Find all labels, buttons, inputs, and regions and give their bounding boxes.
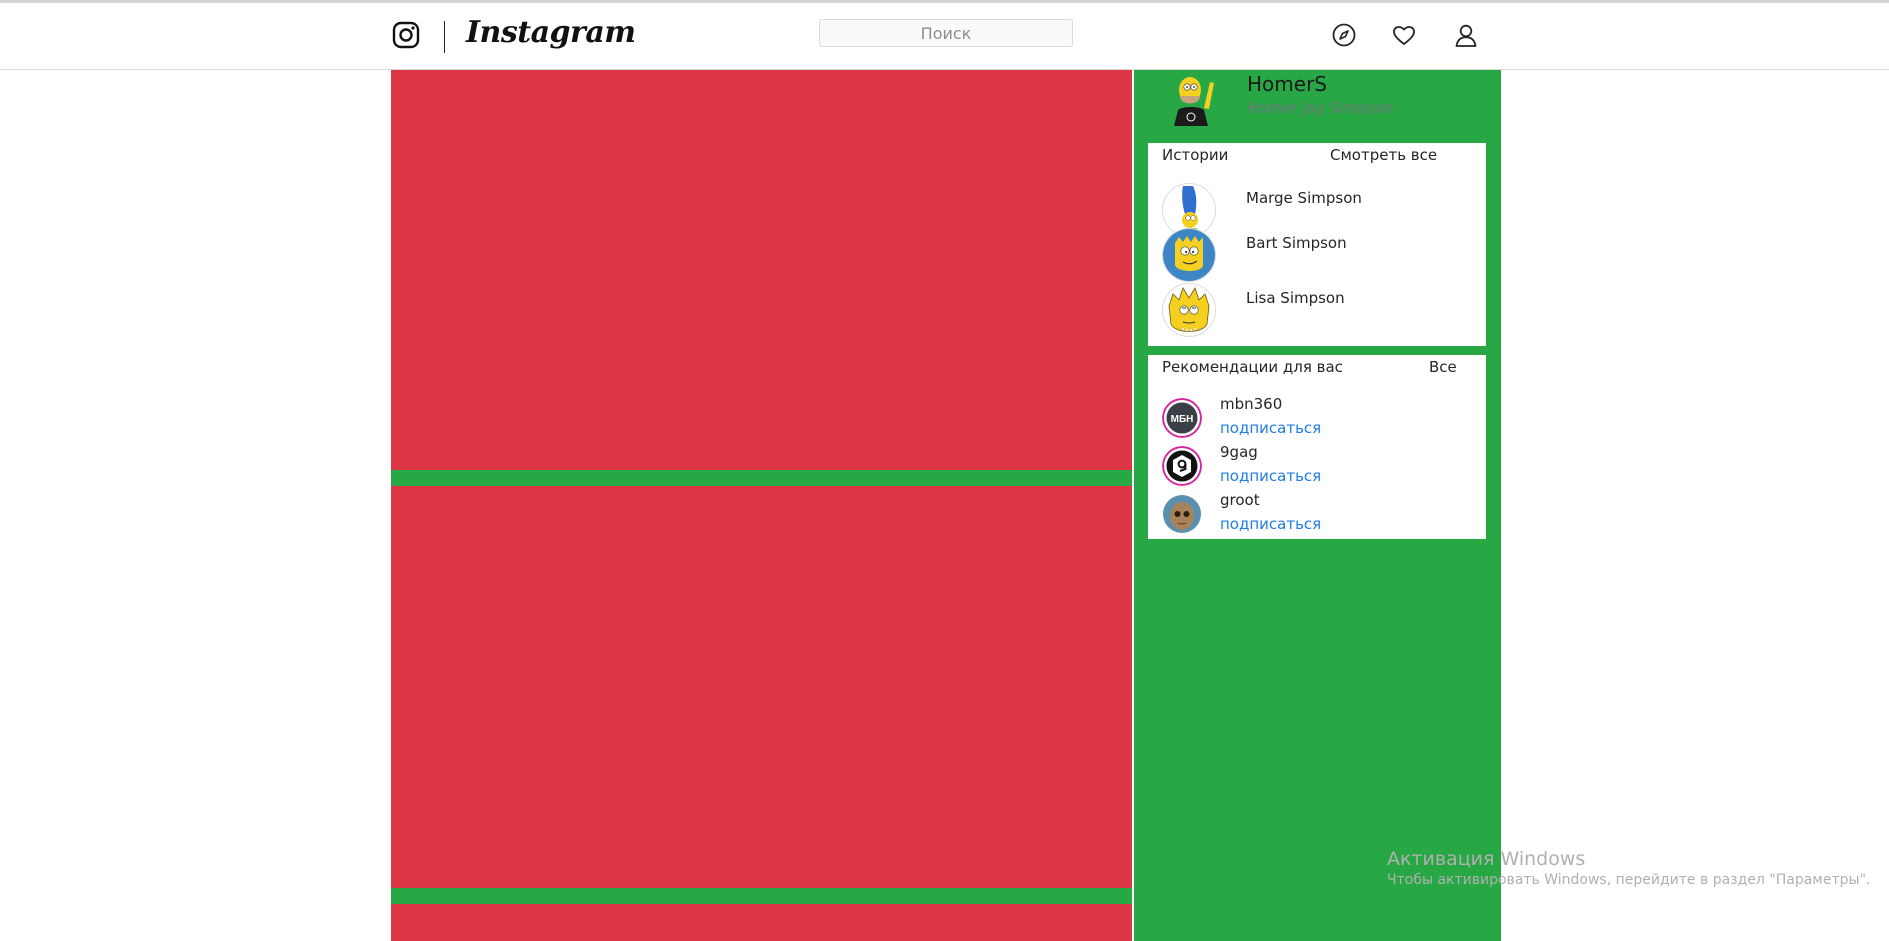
story-item[interactable]: Bart Simpson: [1148, 228, 1486, 282]
story-item[interactable]: Lisa Simpson: [1148, 283, 1486, 337]
instagram-logo-icon[interactable]: [392, 21, 420, 49]
story-avatar-lisa: [1162, 283, 1216, 337]
rec-avatar-text: МБН: [1171, 414, 1194, 425]
rec-avatar-groot[interactable]: [1162, 494, 1202, 534]
profile-fullname: Homer Jay Simpson: [1247, 99, 1394, 117]
profile-username[interactable]: HomerS: [1247, 72, 1327, 96]
heart-icon[interactable]: [1391, 22, 1417, 48]
windows-activation-subtitle: Чтобы активировать Windows, перейдите в …: [1387, 872, 1871, 888]
rec-username[interactable]: groot: [1220, 491, 1260, 509]
search-input[interactable]: [819, 19, 1073, 47]
rec-username[interactable]: 9gag: [1220, 443, 1258, 461]
user-icon[interactable]: [1453, 22, 1479, 48]
follow-button[interactable]: подписаться: [1220, 467, 1321, 485]
recommendations-title: Рекомендации для вас: [1162, 358, 1343, 376]
story-name: Bart Simpson: [1246, 234, 1347, 252]
top-navbar: Instagram: [0, 3, 1889, 70]
instagram-wordmark[interactable]: Instagram: [466, 13, 636, 53]
story-name: Lisa Simpson: [1246, 289, 1345, 307]
windows-activation-title: Активация Windows: [1387, 848, 1586, 870]
recommendation-item: 9gag подписаться: [1148, 443, 1486, 491]
recommendation-item: groot подписаться: [1148, 491, 1486, 539]
rec-username[interactable]: mbn360: [1220, 395, 1282, 413]
story-avatar-bart: [1162, 228, 1216, 282]
recommendation-item: МБН mbn360 подписаться: [1148, 395, 1486, 443]
logo-separator: [444, 21, 445, 53]
stories-title: Истории: [1162, 146, 1229, 164]
stories-see-all-link[interactable]: Смотреть все: [1330, 146, 1437, 164]
rec-avatar-9gag[interactable]: [1162, 446, 1202, 486]
rec-avatar-mbn360[interactable]: МБН: [1162, 398, 1202, 438]
recommendations-panel: Рекомендации для вас Все МБН mbn360 подп…: [1148, 355, 1486, 539]
profile-avatar-homer[interactable]: [1164, 72, 1218, 126]
story-name: Marge Simpson: [1246, 189, 1362, 207]
follow-button[interactable]: подписаться: [1220, 419, 1321, 437]
compass-icon[interactable]: [1331, 22, 1357, 48]
stories-panel: Истории Смотреть все Marge Simpson Bart …: [1148, 143, 1486, 346]
post-card[interactable]: [391, 486, 1132, 888]
feed: [391, 70, 1132, 941]
follow-button[interactable]: подписаться: [1220, 515, 1321, 533]
sidebar: HomerS Homer Jay Simpson Истории Смотрет…: [1134, 70, 1501, 941]
post-card[interactable]: [391, 70, 1132, 470]
recommendations-all-link[interactable]: Все: [1429, 358, 1457, 376]
post-card[interactable]: [391, 904, 1132, 941]
